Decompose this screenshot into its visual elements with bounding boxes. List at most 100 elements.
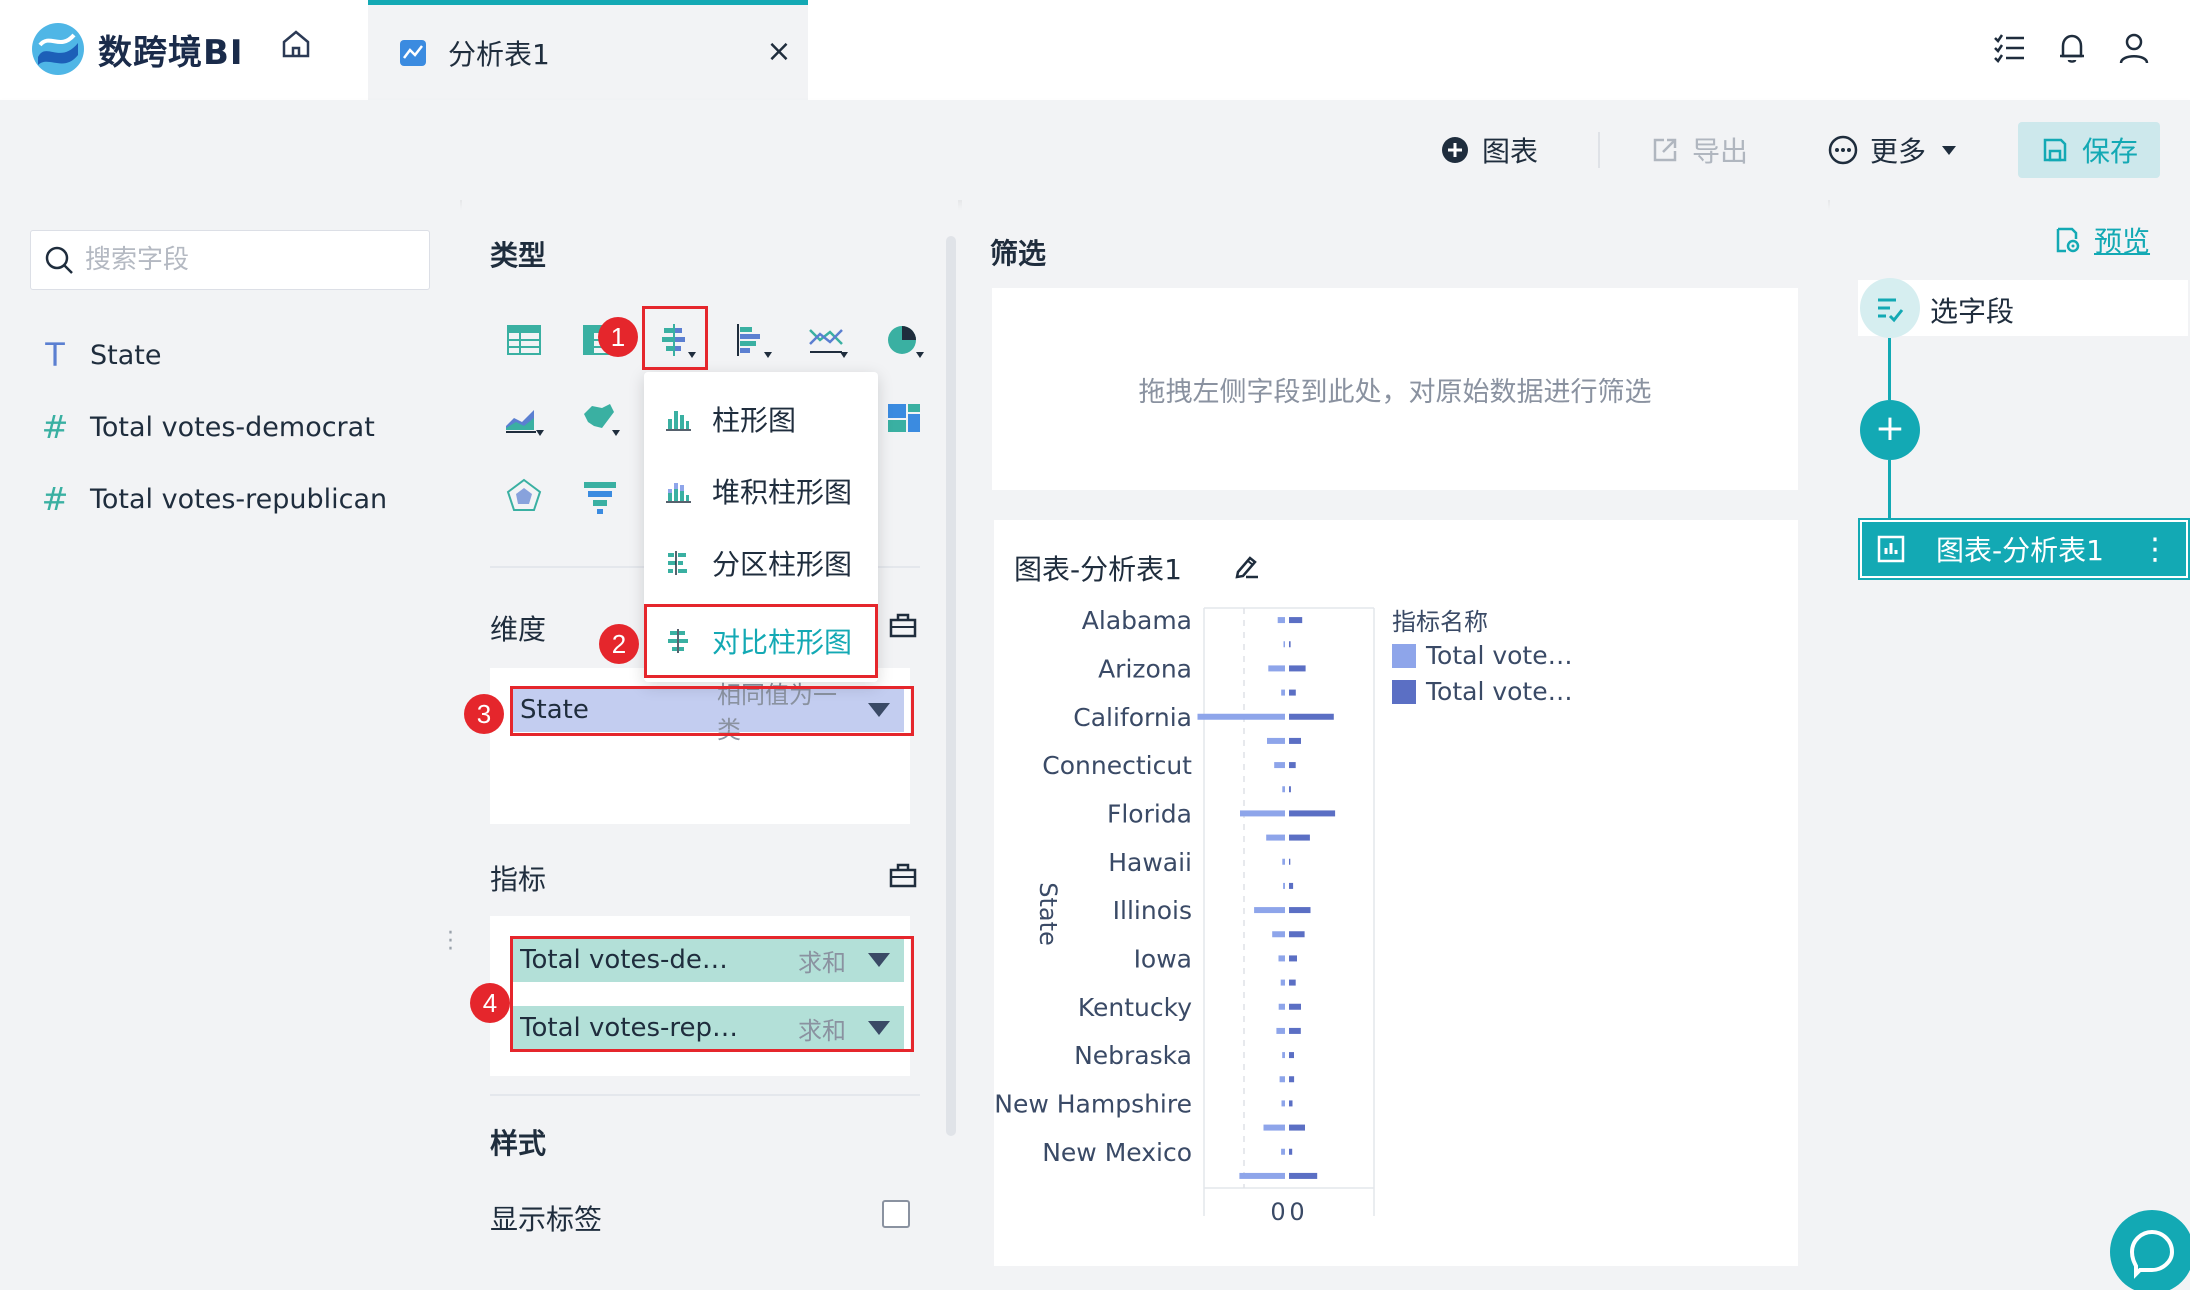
bar-democrat [1283,641,1285,648]
field-item-state[interactable]: T State [40,330,161,380]
chart-type-area-icon[interactable] [502,396,546,440]
filter-drop-zone[interactable]: 拖拽左侧字段到此处，对原始数据进行筛选 [992,288,1798,490]
stacked-column-chart-icon [666,483,691,503]
bar-republican [1289,858,1291,865]
chart-type-bar-icon[interactable] [730,318,774,362]
bar-republican [1289,907,1311,914]
add-step-button[interactable]: + [1860,400,1920,460]
field-name: Total votes-democrat [90,411,375,443]
line-chart-icon [400,39,426,66]
tab-close-icon[interactable]: × [762,35,796,69]
add-chart-label: 图表 [1482,135,1539,168]
bar-democrat [1266,834,1285,841]
show-label-checkbox[interactable] [882,1200,910,1228]
bar-democrat [1282,1052,1285,1059]
bar-republican [1289,955,1297,962]
app-logo[interactable]: 数跨境BI [30,14,244,84]
chart-card[interactable]: Alabama Arizona California Connecticut Flori… [994,520,1798,1266]
chart-type-line-icon[interactable] [806,318,850,362]
bar-democrat [1278,1003,1285,1010]
y-tick-label: Illinois [1113,896,1192,925]
chat-icon [2129,1229,2175,1279]
chart-type-radar-icon[interactable] [502,474,546,518]
config-panel: 类型 维度 State 相同值为一类 指标 Total votes-dem 求和… [462,200,958,1290]
bar-democrat [1197,713,1285,720]
legend-label: Total vote… [1425,641,1573,670]
home-icon[interactable] [276,24,316,64]
bar-republican [1289,786,1291,793]
style-section-title: 样式 [490,1127,547,1160]
menu-item-stacked-column-chart[interactable]: 堆积柱形图 [644,458,878,524]
legend-title: 指标名称 [1392,608,1488,636]
tab-analysis[interactable]: 分析表1 × [368,0,808,100]
toolbar-divider [1598,132,1600,168]
bar-democrat [1277,617,1285,624]
export-button[interactable]: 导出 [1650,122,1748,178]
bar-democrat [1283,882,1285,889]
config-scrollbar[interactable] [946,236,956,1136]
menu-item-column-chart[interactable]: 柱形图 [644,386,878,452]
select-field-label: 选字段 [1930,295,2015,328]
x-tick-label: 0 [1289,1198,1304,1226]
more-button[interactable]: 更多 [1828,122,1958,178]
panel-resize-handle[interactable]: · · · [447,923,454,961]
bar-democrat [1268,665,1285,672]
add-chart-button[interactable]: 图表 [1440,122,1538,178]
bar-democrat [1254,907,1285,914]
support-chat-button[interactable] [2110,1210,2190,1290]
bar-democrat [1281,689,1285,696]
bar-republican [1289,834,1310,841]
bar-republican [1289,882,1294,889]
edit-icon[interactable] [1232,550,1262,580]
measure-settings-icon[interactable] [888,860,918,890]
field-item-total-votes-republican[interactable]: # Total votes-republican [40,474,388,524]
save-label: 保存 [2081,135,2138,168]
menu-item-label: 柱形图 [712,404,797,437]
bar-republican [1289,1148,1293,1155]
bar-republican [1289,1076,1295,1083]
field-item-total-votes-democrat[interactable]: # Total votes-democrat [40,402,375,452]
dimension-settings-icon[interactable] [888,610,918,640]
chart-type-treemap-icon[interactable] [882,396,926,440]
user-icon[interactable] [2116,30,2152,66]
save-icon [2043,138,2067,162]
filter-placeholder: 拖拽左侧字段到此处，对原始数据进行筛选 [1138,376,1652,408]
bell-icon[interactable] [2054,30,2090,66]
bar-republican [1289,762,1296,769]
menu-item-label: 堆积柱形图 [712,476,853,509]
chart-type-map-icon[interactable] [578,396,622,440]
bar-republican [1289,1124,1305,1131]
more-dots-icon [1828,135,1858,165]
number-type-icon: # [41,408,69,446]
plus-circle-icon [1442,137,1468,163]
bar-democrat [1282,786,1285,793]
field-search-input[interactable] [85,245,415,275]
y-tick-label: Florida [1107,799,1192,828]
menu-item-partition-column-chart[interactable]: 分区柱形图 [644,530,878,596]
task-list-icon[interactable] [1992,30,2028,66]
bar-democrat [1281,1100,1285,1107]
field-search[interactable] [30,230,430,290]
annotation-box-4 [510,936,914,1052]
chart-type-table-icon[interactable] [502,318,546,362]
preview-link[interactable]: 预览 [2052,220,2150,260]
y-tick-label: Arizona [1098,654,1192,683]
chart-step-icon [1877,535,1905,563]
bar-democrat [1282,858,1285,865]
export-icon [1653,138,1677,162]
measure-section-title: 指标 [490,863,547,896]
chart-title: 图表-分析表1 [1014,553,1182,586]
save-button[interactable]: 保存 [2018,122,2160,178]
annotation-box-1 [642,306,708,370]
chart-step-label: 图表-分析表1 [1936,534,2104,567]
more-vertical-icon[interactable]: ⋮ [2140,532,2170,567]
annotation-badge-4: 4 [470,983,510,1023]
bar-republican [1289,617,1303,624]
chart-step[interactable]: 图表-分析表1 ⋮ [1858,518,2190,580]
column-chart-icon [666,411,691,431]
export-label: 导出 [1692,135,1749,168]
bar-republican [1289,665,1306,672]
bar-republican [1289,689,1296,696]
chart-type-pie-icon[interactable] [882,318,926,362]
chart-type-funnel-icon[interactable] [578,474,622,518]
